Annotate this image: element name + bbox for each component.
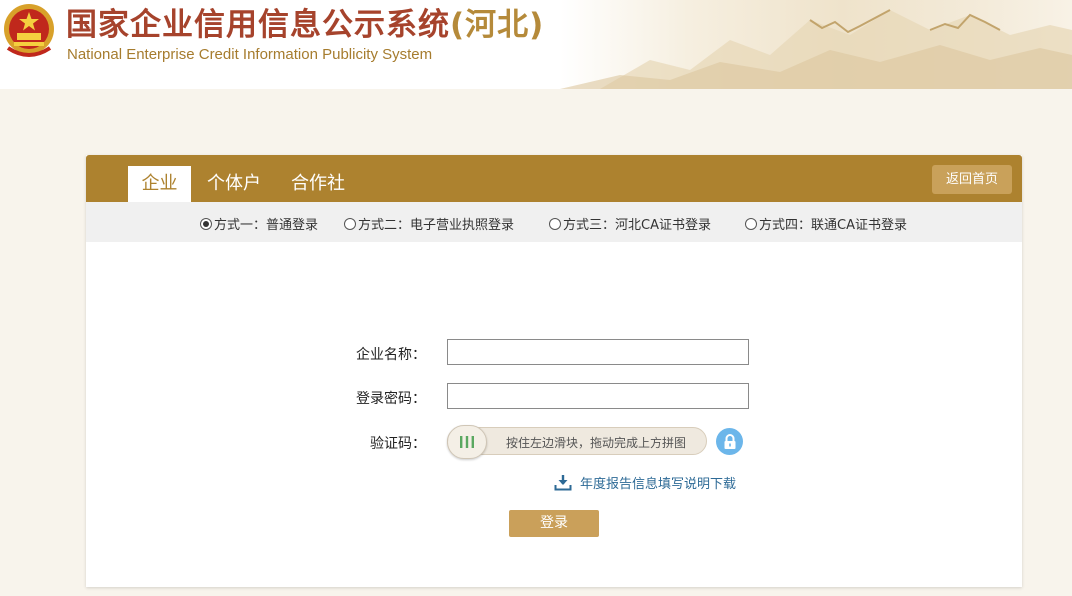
mountain-illustration bbox=[560, 9, 1072, 89]
captcha-slider-track[interactable]: 按住左边滑块，拖动完成上方拼图 bbox=[447, 425, 707, 459]
site-title-province: (河北) bbox=[450, 7, 545, 43]
login-method-label: 方式四：联通CA证书登录 bbox=[759, 218, 907, 233]
login-method-hebei-ca[interactable]: 方式三：河北CA证书登录 bbox=[549, 214, 711, 233]
great-wall-banner-art bbox=[560, 0, 1072, 89]
download-icon bbox=[554, 475, 572, 491]
company-name-input[interactable] bbox=[447, 339, 749, 365]
site-title-main: 国家企业信用信息公示系统 bbox=[66, 7, 450, 43]
slider-handle[interactable] bbox=[447, 425, 487, 459]
site-header: 国家企业信用信息公示系统(河北) National Enterprise Cre… bbox=[0, 0, 1072, 89]
login-panel: 企业 个体户 合作社 返回首页 方式一：普通登录 方式二：电子营业执照登录 方式… bbox=[86, 155, 1022, 587]
radio-unchecked-icon[interactable] bbox=[745, 217, 757, 230]
return-home-button[interactable]: 返回首页 bbox=[932, 165, 1012, 194]
download-link-text[interactable]: 年度报告信息填写说明下载 bbox=[580, 473, 736, 492]
lock-icon bbox=[716, 428, 743, 455]
tab-bar: 企业 个体户 合作社 返回首页 bbox=[86, 155, 1022, 202]
login-method-unicom-ca[interactable]: 方式四：联通CA证书登录 bbox=[745, 214, 907, 233]
captcha-label: 验证码： bbox=[370, 436, 426, 452]
login-method-label: 方式二：电子营业执照登录 bbox=[358, 218, 515, 233]
tab-cooperative[interactable]: 合作社 bbox=[283, 166, 353, 202]
login-method-bar: 方式一：普通登录 方式二：电子营业执照登录 方式三：河北CA证书登录 方式四：联… bbox=[86, 202, 1022, 242]
tab-individual-business[interactable]: 个体户 bbox=[199, 166, 269, 202]
login-method-label: 方式三：河北CA证书登录 bbox=[563, 218, 711, 233]
radio-checked-icon[interactable] bbox=[200, 217, 212, 230]
grip-icon bbox=[460, 436, 474, 448]
national-emblem-icon bbox=[2, 2, 56, 60]
tab-enterprise[interactable]: 企业 bbox=[128, 166, 191, 202]
site-title: 国家企业信用信息公示系统(河北) bbox=[66, 6, 544, 44]
password-label: 登录密码： bbox=[356, 391, 426, 407]
slider-hint-text: 按住左边滑块，拖动完成上方拼图 bbox=[506, 436, 687, 450]
annual-report-guide-download-link[interactable]: 年度报告信息填写说明下载 bbox=[554, 473, 736, 492]
login-method-label: 方式一：普通登录 bbox=[214, 218, 319, 233]
login-button[interactable]: 登录 bbox=[509, 510, 599, 537]
radio-unchecked-icon[interactable] bbox=[549, 217, 561, 230]
site-subtitle: National Enterprise Credit Information P… bbox=[67, 46, 433, 63]
login-method-normal[interactable]: 方式一：普通登录 bbox=[200, 214, 318, 233]
company-name-label: 企业名称： bbox=[356, 347, 426, 363]
password-input[interactable] bbox=[447, 383, 749, 409]
radio-unchecked-icon[interactable] bbox=[344, 217, 356, 230]
login-method-e-license[interactable]: 方式二：电子营业执照登录 bbox=[344, 214, 514, 233]
